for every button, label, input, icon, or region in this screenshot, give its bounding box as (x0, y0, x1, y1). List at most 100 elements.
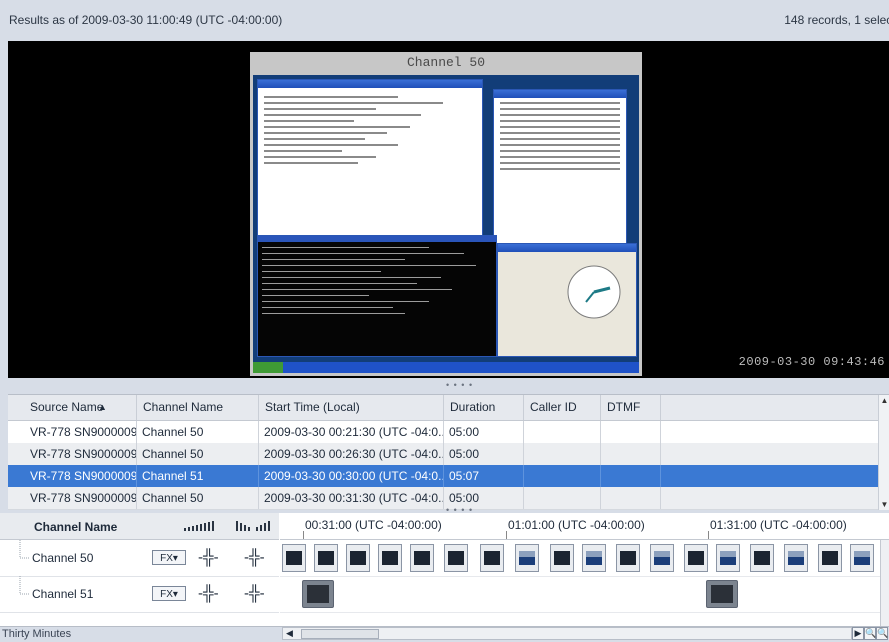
recording-thumbnail[interactable] (410, 544, 434, 572)
recording-thumbnail[interactable] (378, 544, 402, 572)
balance-slider-icon[interactable]: -╬- (244, 549, 265, 566)
column-header-start-time[interactable]: Start Time (Local) (259, 395, 444, 420)
cell-start-time: 2009-03-30 00:30:00 (UTC -04:0... (259, 465, 444, 487)
results-header: Results as of 2009-03-30 11:00:49 (UTC -… (0, 0, 889, 40)
sort-ascending-icon: ▲ (98, 402, 107, 412)
zoom-out-icon[interactable]: 🔍 (876, 627, 888, 640)
balance-icon[interactable] (236, 521, 272, 531)
cell-caller-id (524, 421, 601, 443)
recorded-terminal-window (257, 235, 497, 357)
timeline-vertical-scrollbar[interactable] (880, 540, 889, 626)
records-table: Source Name ▲ Channel Name Start Time (L… (8, 394, 889, 511)
column-header-dtmf[interactable]: DTMF (601, 395, 661, 420)
recorded-wordpad-window (257, 79, 483, 249)
tree-connector-icon (19, 576, 29, 595)
table-vertical-scrollbar[interactable]: ▲ ▼ (878, 395, 889, 511)
scroll-left-icon[interactable]: ◀ (286, 628, 293, 639)
table-row[interactable]: VR-778 SN9000009... Channel 50 2009-03-3… (8, 421, 878, 444)
cell-start-time: 2009-03-30 00:31:30 (UTC -04:0... (259, 487, 444, 509)
cell-source-name: VR-778 SN9000009... (8, 465, 137, 487)
cell-start-time: 2009-03-30 00:26:30 (UTC -04:0... (259, 443, 444, 465)
cell-duration: 05:00 (444, 443, 524, 465)
fx-dropdown[interactable]: FX▾ (152, 586, 186, 601)
balance-slider-icon[interactable]: -╬- (244, 585, 265, 602)
ruler-label: 00:31:00 (UTC -04:00:00) (305, 518, 442, 532)
timeline-ruler[interactable]: 00:31:00 (UTC -04:00:00) 01:01:00 (UTC -… (280, 513, 889, 540)
video-table-splitter[interactable]: • • • • (8, 378, 889, 394)
cell-channel-name: Channel 50 (137, 421, 259, 443)
column-header-caller-id[interactable]: Caller ID (524, 395, 601, 420)
recording-thumbnail[interactable] (582, 544, 606, 572)
cell-caller-id (524, 465, 601, 487)
cell-duration: 05:07 (444, 465, 524, 487)
video-frame: Channel 50 (250, 52, 642, 376)
timeline-horizontal-scrollbar[interactable]: ◀ (282, 627, 852, 640)
zoom-level-label: Thirty Minutes (2, 628, 72, 640)
recording-thumbnail[interactable] (850, 544, 874, 572)
volume-icon[interactable] (184, 521, 218, 531)
recording-thumbnail[interactable] (616, 544, 640, 572)
channel-50-track[interactable] (280, 540, 880, 577)
cell-channel-name: Channel 50 (137, 443, 259, 465)
column-header-duration[interactable]: Duration (444, 395, 524, 420)
video-player[interactable]: Channel 50 2009-03-30 09:43:46 (8, 41, 889, 378)
cell-source-name: VR-778 SN9000009... (8, 443, 137, 465)
cell-start-time: 2009-03-30 00:21:30 (UTC -04:0... (259, 421, 444, 443)
recording-thumbnail[interactable] (282, 544, 306, 572)
recording-thumbnail[interactable] (302, 580, 334, 608)
scroll-up-icon[interactable]: ▲ (879, 395, 889, 407)
cell-dtmf (601, 465, 661, 487)
recording-thumbnail[interactable] (818, 544, 842, 572)
channel-name-label: Channel 51 (32, 587, 94, 601)
recording-thumbnail[interactable] (650, 544, 674, 572)
clock-icon (567, 265, 621, 319)
recorded-taskbar (253, 362, 639, 373)
cell-dtmf (601, 487, 661, 509)
recording-thumbnail[interactable] (346, 544, 370, 572)
column-header-channel-name[interactable]: Channel Name (137, 395, 259, 420)
volume-slider-icon[interactable]: -╬- (198, 549, 219, 566)
cell-source-name: VR-778 SN9000009... (8, 421, 137, 443)
recorded-clock-window (497, 243, 637, 357)
recording-thumbnail[interactable] (444, 544, 468, 572)
records-count: 148 records, 1 selected (784, 13, 889, 27)
recording-thumbnail[interactable] (480, 544, 504, 572)
cell-dtmf (601, 421, 661, 443)
scroll-right-icon[interactable]: ▶ (852, 627, 864, 640)
recording-thumbnail[interactable] (716, 544, 740, 572)
channel-51-track[interactable] (280, 576, 880, 613)
timeline-channel-row: Channel 51 FX▾ -╬- -╬- (0, 576, 279, 613)
tree-connector-icon (19, 540, 29, 559)
recording-thumbnail[interactable] (784, 544, 808, 572)
cell-dtmf (601, 443, 661, 465)
column-header-source-name[interactable]: Source Name ▲ (8, 395, 137, 420)
timeline-channel-row: Channel 50 FX▾ -╬- -╬- (0, 540, 279, 577)
ruler-label: 01:31:00 (UTC -04:00:00) (710, 518, 847, 532)
cell-caller-id (524, 487, 601, 509)
recorded-desktop-image (253, 75, 639, 373)
table-row-selected[interactable]: VR-778 SN9000009... Channel 51 2009-03-3… (8, 465, 878, 488)
recording-thumbnail[interactable] (706, 580, 738, 608)
splitter-grip-icon: • • • • (446, 380, 474, 390)
volume-slider-icon[interactable]: -╬- (198, 585, 219, 602)
scroll-thumb[interactable] (301, 629, 379, 639)
table-header: Source Name ▲ Channel Name Start Time (L… (8, 395, 878, 421)
timeline-channel-header: Channel Name (0, 513, 279, 540)
cell-channel-name: Channel 50 (137, 487, 259, 509)
ruler-label: 01:01:00 (UTC -04:00:00) (508, 518, 645, 532)
zoom-in-icon[interactable]: 🔍 (864, 627, 876, 640)
table-row[interactable]: VR-778 SN9000009... Channel 50 2009-03-3… (8, 443, 878, 466)
timeline-panel: Channel Name 00:31:00 (UTC -04:00:00) 01… (0, 513, 889, 641)
cell-caller-id (524, 443, 601, 465)
recording-thumbnail[interactable] (684, 544, 708, 572)
recording-thumbnail[interactable] (750, 544, 774, 572)
recording-thumbnail[interactable] (314, 544, 338, 572)
video-timestamp: 2009-03-30 09:43:46 (738, 355, 885, 369)
recording-thumbnail[interactable] (515, 544, 539, 572)
cell-source-name: VR-778 SN9000009... (8, 487, 137, 509)
video-title: Channel 50 (406, 55, 485, 70)
fx-dropdown[interactable]: FX▾ (152, 550, 186, 565)
table-row[interactable]: VR-778 SN9000009... Channel 50 2009-03-3… (8, 487, 878, 510)
recording-thumbnail[interactable] (550, 544, 574, 572)
results-timestamp: Results as of 2009-03-30 11:00:49 (UTC -… (9, 13, 283, 27)
